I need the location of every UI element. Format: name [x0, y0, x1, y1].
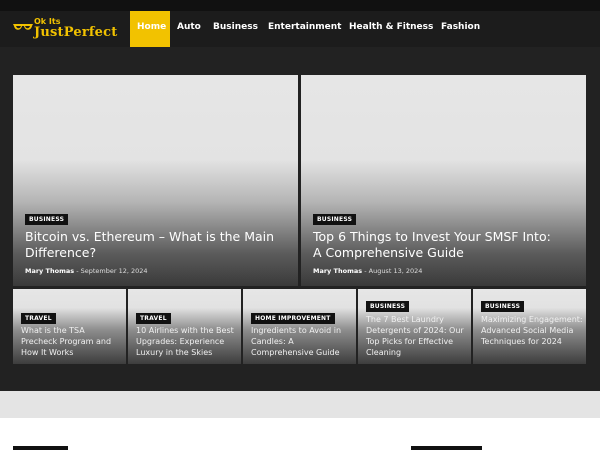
category-badge[interactable]: HOME IMPROVEMENT — [251, 313, 335, 324]
post-title[interactable]: What is the TSA Precheck Program and How… — [21, 325, 121, 358]
main-navigation: Ok Its JustPerfect Home Auto Business En… — [0, 11, 600, 47]
post-title[interactable]: Maximizing Engagement: Advanced Social M… — [481, 314, 583, 347]
featured-post-2[interactable]: BUSINESS Top 6 Things to Invest Your SMS… — [301, 75, 586, 286]
site-logo[interactable]: Ok Its JustPerfect — [12, 17, 122, 43]
post-date: August 13, 2024 — [368, 267, 423, 275]
post-card-4[interactable]: BUSINESS The 7 Best Laundry Detergents o… — [358, 289, 471, 364]
nav-item-entertainment[interactable]: Entertainment — [268, 22, 341, 32]
post-author[interactable]: Mary Thomas — [313, 267, 362, 275]
nav-item-health-fitness[interactable]: Health & Fitness — [349, 22, 433, 32]
post-author[interactable]: Mary Thomas — [25, 267, 74, 275]
post-date: September 12, 2024 — [80, 267, 148, 275]
nav-item-business[interactable]: Business — [213, 22, 258, 32]
post-card-3[interactable]: HOME IMPROVEMENT Ingredients to Avoid in… — [243, 289, 356, 364]
category-badge[interactable]: BUSINESS — [313, 214, 357, 225]
category-badge[interactable]: BUSINESS — [25, 214, 69, 225]
post-title[interactable]: The 7 Best Laundry Detergents of 2024: O… — [366, 314, 468, 358]
section-heading-tab-left — [13, 446, 68, 450]
post-meta: Mary Thomas - August 13, 2024 — [313, 267, 423, 275]
category-badge[interactable]: TRAVEL — [136, 313, 171, 324]
nav-item-home[interactable]: Home — [130, 11, 170, 47]
category-badge[interactable]: TRAVEL — [21, 313, 56, 324]
post-card-1[interactable]: TRAVEL What is the TSA Precheck Program … — [13, 289, 126, 364]
post-title[interactable]: Top 6 Things to Invest Your SMSF Into: A… — [313, 229, 553, 261]
post-meta: Mary Thomas - September 12, 2024 — [25, 267, 148, 275]
category-badge[interactable]: BUSINESS — [366, 301, 410, 312]
category-badge[interactable]: BUSINESS — [481, 301, 525, 312]
nav-item-label: Home — [137, 22, 167, 32]
logo-brand-text: JustPerfect — [34, 25, 118, 40]
post-title[interactable]: 10 Airlines with the Best Upgrades: Expe… — [136, 325, 238, 358]
nav-item-fashion[interactable]: Fashion — [441, 22, 480, 32]
post-title[interactable]: Bitcoin vs. Ethereum – What is the Main … — [25, 229, 275, 261]
sunglasses-icon — [13, 24, 33, 30]
post-card-2[interactable]: TRAVEL 10 Airlines with the Best Upgrade… — [128, 289, 241, 364]
featured-section: BUSINESS Bitcoin vs. Ethereum – What is … — [0, 47, 600, 391]
post-card-5[interactable]: BUSINESS Maximizing Engagement: Advanced… — [473, 289, 586, 364]
top-bar — [0, 0, 600, 11]
nav-item-auto[interactable]: Auto — [177, 22, 201, 32]
post-title[interactable]: Ingredients to Avoid in Candles: A Compr… — [251, 325, 351, 358]
section-divider — [0, 391, 600, 418]
featured-post-1[interactable]: BUSINESS Bitcoin vs. Ethereum – What is … — [13, 75, 298, 286]
section-heading-tab-right — [411, 446, 482, 450]
